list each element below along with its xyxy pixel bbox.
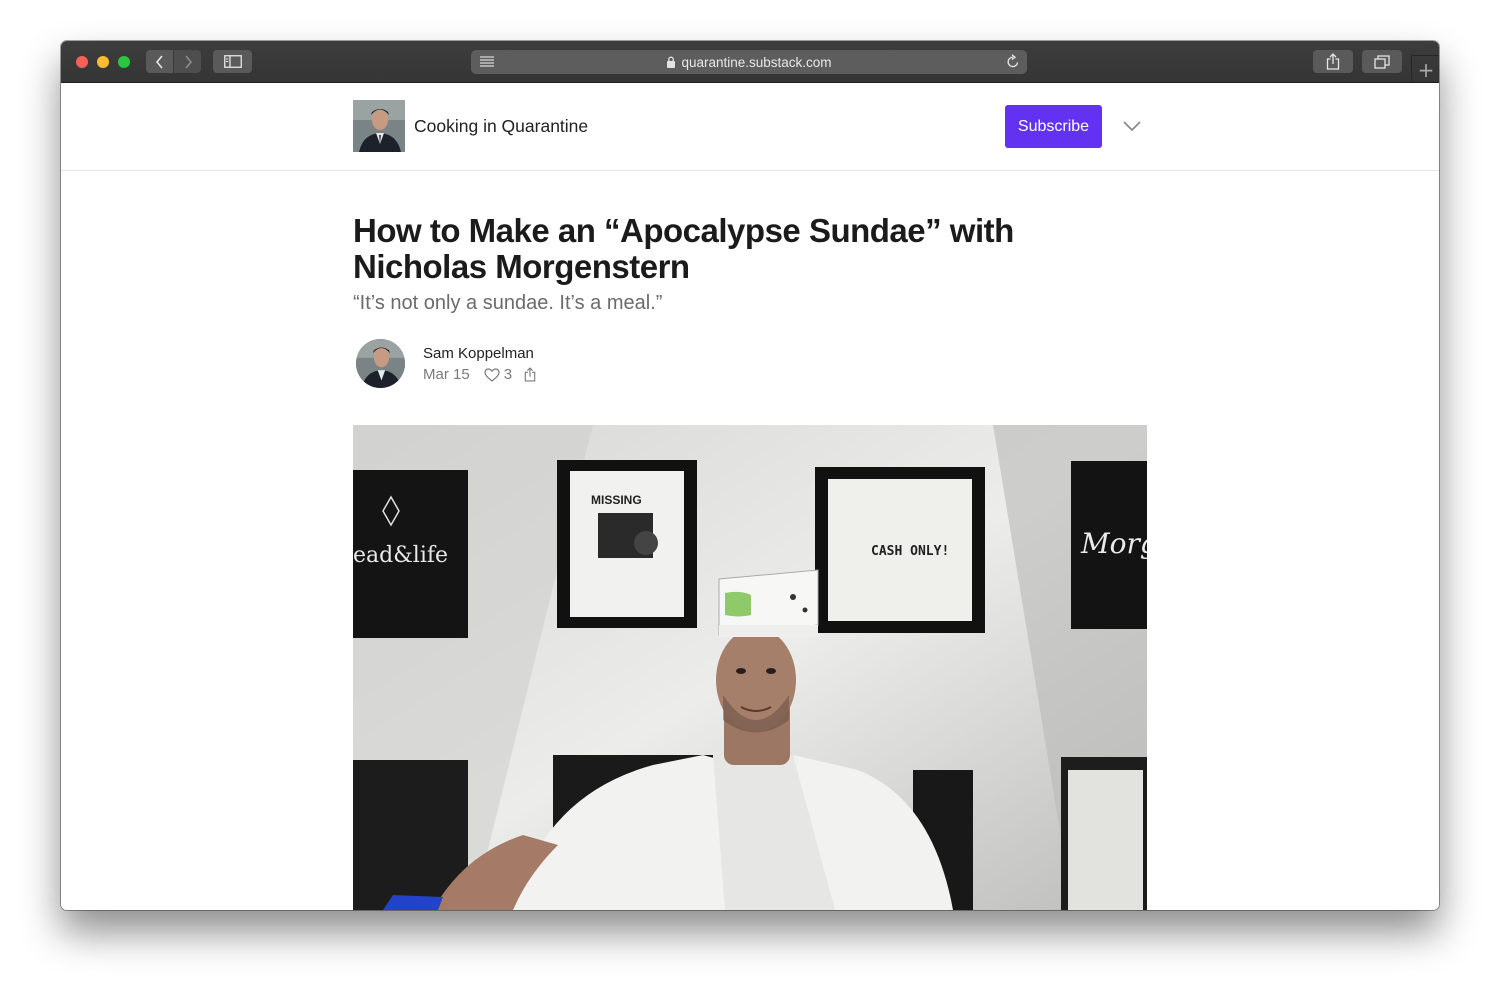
- poster-cash-text: CASH ONLY!: [871, 544, 949, 559]
- like-count: 3: [503, 366, 513, 383]
- chef-photo: ead&life MISSING CASH ONLY! Morg: [353, 425, 1147, 910]
- address-bar[interactable]: quarantine.substack.com: [471, 50, 1027, 74]
- post-subtitle: “It’s not only a sundae. It’s a meal.”: [353, 292, 663, 314]
- share-button[interactable]: [1313, 50, 1353, 73]
- share-icon: [1326, 53, 1340, 70]
- web-page: Cooking in Quarantine Subscribe How to M…: [61, 83, 1439, 910]
- author-avatar[interactable]: [356, 339, 405, 388]
- post-date: Mar 15: [423, 366, 470, 383]
- forward-button[interactable]: [174, 50, 201, 73]
- publication-logo[interactable]: [353, 100, 405, 152]
- portrait-icon: [356, 339, 405, 388]
- zoom-window-button[interactable]: [118, 56, 130, 68]
- post-share-button[interactable]: [524, 367, 536, 382]
- heart-icon: [484, 367, 500, 382]
- url-text: quarantine.substack.com: [681, 54, 832, 70]
- hero-image: ead&life MISSING CASH ONLY! Morg: [353, 425, 1147, 910]
- back-icon: [155, 54, 163, 69]
- back-button[interactable]: [146, 50, 173, 73]
- lock-icon: [667, 56, 676, 68]
- portrait-icon: [353, 100, 405, 152]
- poster-left-text: ead&life: [353, 543, 448, 568]
- share-icon: [524, 367, 536, 382]
- poster-right-text: Morg: [1080, 527, 1147, 560]
- tabs-icon: [1374, 54, 1390, 69]
- poster-missing-text: MISSING: [591, 493, 642, 507]
- new-tab-button[interactable]: +: [1411, 55, 1439, 83]
- subscribe-button[interactable]: Subscribe: [1005, 105, 1102, 148]
- reload-icon[interactable]: [1006, 54, 1020, 69]
- sidebar-icon: [223, 55, 242, 68]
- like-button[interactable]: 3: [484, 366, 512, 383]
- forward-icon: [184, 54, 192, 69]
- close-window-button[interactable]: [76, 56, 88, 68]
- post-meta: Mar 15 3: [423, 366, 536, 383]
- site-header: Cooking in Quarantine Subscribe: [61, 83, 1439, 171]
- sidebar-toggle-button[interactable]: [213, 50, 252, 73]
- browser-toolbar: quarantine.substack.com +: [61, 41, 1439, 83]
- publication-name[interactable]: Cooking in Quarantine: [414, 116, 588, 137]
- minimize-window-button[interactable]: [97, 56, 109, 68]
- author-name[interactable]: Sam Koppelman: [423, 345, 534, 362]
- reader-icon[interactable]: [479, 55, 495, 68]
- browser-window: quarantine.substack.com + Cooking in Qua…: [61, 41, 1439, 910]
- post-title: How to Make an “Apocalypse Sundae” with …: [353, 212, 1014, 285]
- show-tabs-button[interactable]: [1362, 50, 1402, 73]
- chevron-down-icon[interactable]: [1122, 120, 1142, 132]
